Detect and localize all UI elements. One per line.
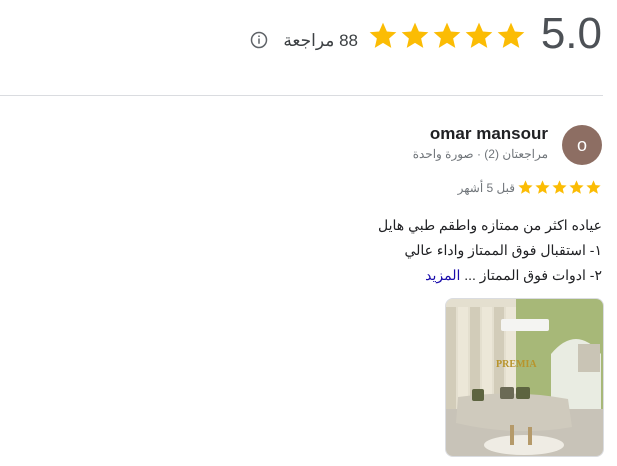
star-icon — [369, 22, 397, 48]
review-line: ١- استقبال فوق الممتاز واداء عالي — [404, 242, 602, 258]
star-icon — [569, 180, 584, 194]
review-count[interactable]: 88 مراجعة — [283, 31, 358, 51]
star-icon — [586, 180, 601, 194]
avatar[interactable]: o — [562, 125, 602, 165]
avatar-initial: o — [576, 134, 587, 155]
review-rating-stars — [517, 179, 602, 196]
star-icon — [401, 22, 429, 48]
photo-sign-text: PREMIA — [496, 359, 537, 370]
review-time: قبل 5 أشهر — [457, 181, 515, 195]
reviewer-name[interactable]: omar mansour — [430, 124, 548, 144]
average-rating-stars — [367, 20, 527, 52]
star-icon — [497, 22, 525, 48]
clinic-interior-image: PREMIA — [446, 299, 603, 456]
star-icon — [535, 180, 550, 194]
star-icon — [518, 180, 533, 194]
review-line: ٢- ادوات فوق الممتاز ... المزيد — [342, 263, 602, 288]
star-icon — [465, 22, 493, 48]
review-line-text: ٢- ادوات فوق الممتاز ... — [464, 267, 602, 283]
section-divider — [0, 95, 603, 96]
reviewer-meta: مراجعتان (2) · صورة واحدة — [412, 147, 548, 161]
info-icon[interactable] — [250, 31, 268, 49]
more-link[interactable]: المزيد — [425, 267, 460, 283]
review-line: عياده اكثر من ممتازه واطقم طبي هايل — [378, 217, 602, 233]
star-icon — [552, 180, 567, 194]
star-icon — [433, 22, 461, 48]
rating-summary: 5.0 88 مراجعة — [0, 0, 617, 80]
review-photo[interactable]: PREMIA — [445, 298, 604, 457]
average-rating: 5.0 — [540, 9, 602, 58]
review-text: عياده اكثر من ممتازه واطقم طبي هايل ١- ا… — [342, 213, 602, 288]
